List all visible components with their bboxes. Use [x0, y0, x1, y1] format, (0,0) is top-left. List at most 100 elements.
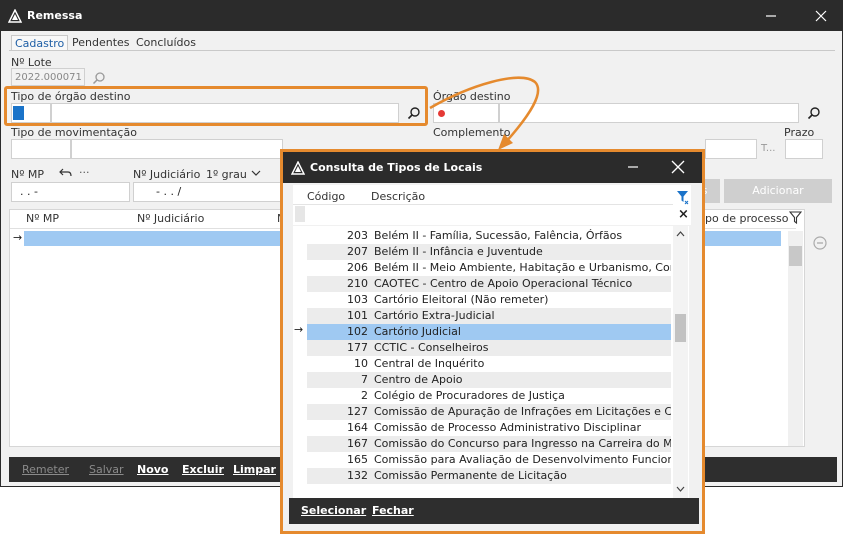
list-item-code: 207 [347, 245, 368, 258]
dialog-scrollbar[interactable] [673, 226, 688, 498]
list-item-desc: Belém II - Família, Sucessão, Falência, … [374, 229, 623, 242]
list-item[interactable]: 203 Belém II - Família, Sucessão, Falênci… [307, 228, 671, 244]
list-item-desc: Cartório Eleitoral (Não remeter) [374, 293, 549, 306]
mp-input[interactable]: . . - [11, 182, 130, 202]
tab-cadastro[interactable]: Cadastro [11, 35, 69, 51]
limpar-button[interactable]: Limpar [233, 463, 276, 476]
more-icon[interactable]: ··· [79, 166, 90, 179]
orgao-destino-code-input[interactable] [433, 103, 499, 123]
list-item-code: 164 [347, 421, 368, 434]
filter-active-icon[interactable] [676, 190, 689, 205]
list-item[interactable]: 206 Belém II - Meio Ambiente, Habitação e… [307, 260, 671, 276]
list-item-desc: Belém II - Infância e Juventude [374, 245, 543, 258]
list-item-code: 132 [347, 469, 368, 482]
list-item-desc: Comissão de Processo Administrativo Disc… [374, 421, 642, 434]
close-icon [815, 10, 827, 22]
list-item-selected[interactable]: 102 Cartório Judicial [307, 324, 671, 340]
prazo-input[interactable] [785, 139, 823, 159]
list-item-desc: Comissão de Apuração de Infrações em Lic… [374, 405, 671, 418]
tipo-mov-code-input[interactable] [11, 139, 71, 159]
excluir-button[interactable]: Excluir [182, 463, 224, 476]
list-item[interactable]: 103 Cartório Eleitoral (Não remeter) [307, 292, 671, 308]
fechar-button[interactable]: Fechar [372, 504, 414, 517]
close-icon [671, 160, 685, 174]
selecionar-button[interactable]: Selecionar [301, 504, 366, 517]
tab-concluidos[interactable]: Concluídos [133, 35, 199, 51]
list-item-desc: Belém II - Meio Ambiente, Habitação e Ur… [374, 261, 671, 274]
grid-header-judiciario[interactable]: Nº Judiciário [137, 212, 204, 225]
dialog-footer-toolbar: Selecionar Fechar [289, 498, 699, 524]
list-item-code: 177 [347, 341, 368, 354]
list-item[interactable]: 167 Comissão do Concurso para Ingresso na… [307, 436, 671, 452]
salvar-button[interactable]: Salvar [89, 463, 124, 476]
dialog-scroll-thumb[interactable] [675, 314, 686, 342]
complemento-label: Complemento [433, 126, 511, 139]
grau-select[interactable]: 1º grau [206, 168, 247, 181]
grid-scroll-thumb[interactable] [789, 246, 802, 266]
col-header-codigo[interactable]: Código [307, 190, 345, 203]
clear-filter-icon[interactable]: × [678, 207, 689, 222]
list-item-code: 102 [347, 325, 368, 338]
complemento-suffix: T... [761, 143, 776, 154]
grid-header-mp[interactable]: Nº MP [26, 212, 59, 225]
tipo-orgao-code-input[interactable] [11, 103, 51, 123]
list-item[interactable]: 132 Comissão Permanente de Licitação [307, 468, 671, 484]
list-item-code: 2 [361, 389, 368, 402]
tipo-orgao-search-icon[interactable] [407, 106, 421, 120]
list-item[interactable]: 10 Central de Inquérito [307, 356, 671, 372]
orgao-destino-desc-input[interactable] [499, 103, 799, 123]
dialog-grid-header: Código Descrição × [293, 185, 691, 225]
grid-scrollbar[interactable] [788, 231, 803, 446]
row-marker-icon: → [13, 231, 23, 244]
lote-field: 2022.000071 [11, 68, 85, 86]
list-item[interactable]: 165 Comissão para Avaliação de Desenvolvi… [307, 452, 671, 468]
scroll-down-icon[interactable] [676, 486, 685, 493]
adicionar-button[interactable]: Adicionar [724, 179, 832, 203]
list-item-code: 103 [347, 293, 368, 306]
tipo-mov-label: Tipo de movimentação [11, 126, 137, 139]
tipo-orgao-desc-input[interactable] [51, 103, 399, 123]
col-header-descricao[interactable]: Descrição [371, 190, 425, 203]
tab-pendentes[interactable]: Pendentes [69, 35, 133, 51]
list-item[interactable]: 7 Centro de Apoio [307, 372, 671, 388]
orgao-destino-label: Órgão destino [433, 90, 511, 103]
list-item[interactable]: 207 Belém II - Infância e Juventude [307, 244, 671, 260]
undo-icon[interactable] [59, 167, 73, 179]
remove-icon[interactable] [813, 236, 827, 250]
dialog-minimize-button[interactable] [623, 157, 643, 177]
orgao-destino-search-icon[interactable] [807, 106, 821, 120]
scroll-up-icon[interactable] [676, 230, 685, 237]
list-item[interactable]: 164 Comissão de Processo Administrativo D… [307, 420, 671, 436]
list-item-code: 165 [347, 453, 368, 466]
novo-button[interactable]: Novo [137, 463, 169, 476]
dialog-close-button[interactable] [668, 157, 688, 177]
main-titlebar[interactable]: Remessa [1, 1, 842, 31]
complemento-input[interactable] [705, 139, 757, 159]
list-item[interactable]: 101 Cartório Extra-Judicial [307, 308, 671, 324]
tipo-mov-desc-input[interactable] [71, 139, 283, 159]
list-item-code: 127 [347, 405, 368, 418]
filter-row-input[interactable] [307, 206, 671, 222]
list-item[interactable]: 177 CCTIC - Conselheiros [307, 340, 671, 356]
filter-icon[interactable] [789, 211, 802, 225]
list-item[interactable]: 127 Comissão de Apuração de Infrações em … [307, 404, 671, 420]
dialog-row-marker-icon: → [294, 323, 304, 336]
list-item[interactable]: 2 Colégio de Procuradores de Justiça [307, 388, 671, 404]
chevron-down-icon[interactable] [251, 169, 261, 177]
dialog-logo-icon [291, 161, 305, 175]
judiciario-label: Nº Judiciário [133, 168, 201, 181]
list-item-desc: Comissão Permanente de Licitação [374, 469, 567, 482]
list-item-desc: Colégio de Procuradores de Justiça [374, 389, 565, 402]
grid-header-tipo-processo[interactable]: po de processo [705, 212, 788, 225]
dialog-titlebar[interactable]: Consulta de Tipos de Locais [283, 152, 702, 183]
list-item[interactable]: 210 CAOTEC - Centro de Apoio Operacional … [307, 276, 671, 292]
minimize-button[interactable] [756, 1, 786, 31]
remeter-button[interactable]: Remeter [22, 463, 69, 476]
list-item-code: 206 [347, 261, 368, 274]
list-item-code: 203 [347, 229, 368, 242]
close-button[interactable] [806, 1, 836, 31]
judiciario-input[interactable]: - . . / [133, 182, 283, 202]
lote-search-icon[interactable] [92, 71, 106, 85]
list-item-code: 210 [347, 277, 368, 290]
list-item-desc: CCTIC - Conselheiros [374, 341, 489, 354]
